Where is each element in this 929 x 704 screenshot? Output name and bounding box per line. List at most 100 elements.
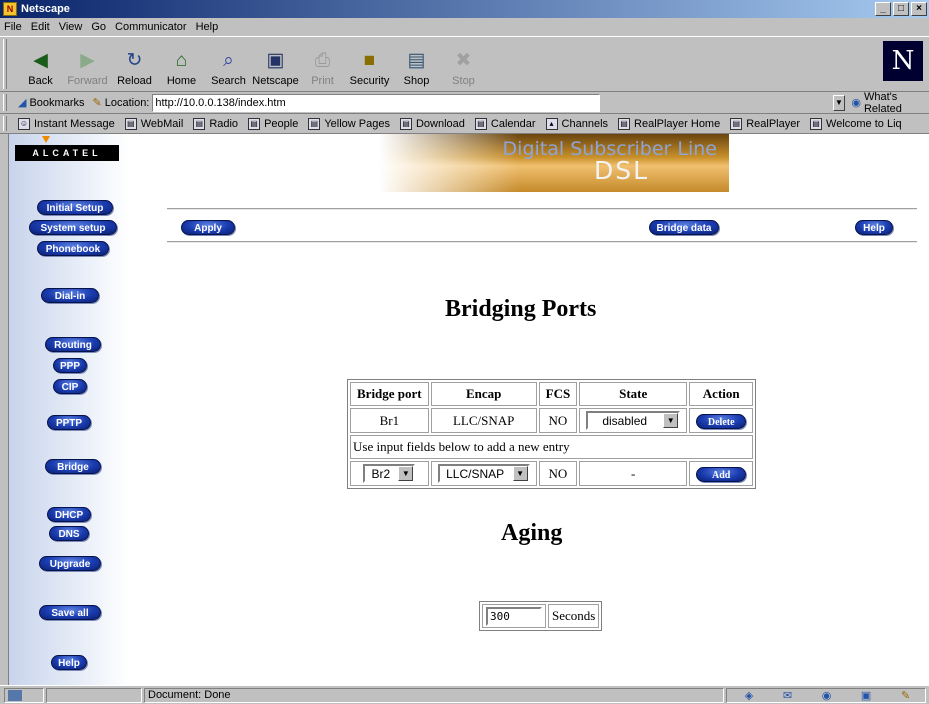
window-titlebar: N Netscape _ □ × [0,0,929,18]
close-button[interactable]: × [911,2,927,16]
sidebar-item-system-setup[interactable]: System setup [29,220,117,235]
menu-go[interactable]: Go [91,21,106,33]
maximize-button[interactable]: □ [893,2,909,16]
aging-unit: Seconds [548,604,600,628]
whats-related-button[interactable]: ◉ What's Related [851,91,929,115]
chevron-down-icon: ▼ [398,466,414,481]
add-entry-note: Use input fields below to add a new entr… [350,435,754,459]
edit-icon[interactable]: ✎ [901,689,910,702]
print-button[interactable]: ⎙ Print [300,50,345,87]
top-divider [167,208,917,210]
new-fcs: NO [538,461,578,486]
mail-icon[interactable]: ✉ [783,689,792,702]
sidebar-item-upgrade[interactable]: Upgrade [39,556,101,571]
person-icon: ☺ [18,117,30,130]
shop-button[interactable]: ▤ Shop [394,50,439,87]
sidebar-item-help[interactable]: Help [51,655,87,670]
component-bar: ◈ ✉ ◉ ▣ ✎ [726,687,926,703]
folder-icon: ▤ [308,117,321,130]
col-fcs: FCS [538,382,578,406]
sidebar-item-dns[interactable]: DNS [49,526,89,541]
menu-help[interactable]: Help [196,21,219,33]
toolbar-grip[interactable] [3,39,7,89]
personal-item-calendar[interactable]: ▤ Calendar [474,117,536,130]
reload-icon: ↻ [126,50,143,71]
folder-icon: ▤ [810,117,823,130]
stop-button[interactable]: ✖ Stop [441,50,486,87]
sidebar-item-pptp[interactable]: PPTP [47,415,91,430]
reload-button[interactable]: ↻ Reload [112,50,157,87]
apply-button[interactable]: Apply [181,220,235,235]
personal-item-download[interactable]: ▤ Download [399,117,465,130]
menu-view[interactable]: View [59,21,83,33]
add-button[interactable]: Add [696,466,747,482]
folder-icon: ▤ [399,117,412,130]
col-bridge-port: Bridge port [350,382,429,406]
location-toolbar: ◢ Bookmarks ✎ Location: http://10.0.0.13… [0,91,929,115]
sidebar-item-dhcp[interactable]: DHCP [47,507,91,522]
alcatel-logo: ALCATEL [15,136,119,161]
personal-item-welcome[interactable]: ▤ Welcome to Liq [810,117,902,130]
security-icon [8,689,22,701]
personal-item-realplayer-home[interactable]: ▤ RealPlayer Home [618,117,720,130]
personal-grip[interactable] [3,116,7,131]
col-encap: Encap [430,382,537,406]
location-dropdown-button[interactable]: ▼ [832,94,846,111]
netscape-app-icon: N [3,2,17,16]
location-input[interactable]: http://10.0.0.138/index.htm [152,93,600,112]
new-encap-select[interactable]: LLC/SNAP ▼ [437,464,530,483]
menu-communicator[interactable]: Communicator [115,21,187,33]
bookmarks-button[interactable]: ◢ Bookmarks [18,96,85,110]
location-grip[interactable] [3,94,7,111]
personal-item-yellow-pages[interactable]: ▤ Yellow Pages [308,117,390,130]
personal-item-radio[interactable]: ▤ Radio [193,117,238,130]
sidebar-item-save-all[interactable]: Save all [39,605,101,620]
status-security-panel[interactable] [4,687,44,703]
security-button[interactable]: ■ Security [347,50,392,87]
banner-subtitle: DSL [594,156,650,185]
help-button[interactable]: Help [855,220,893,235]
aging-input[interactable]: 300 [486,606,542,626]
logo-triangle-icon [42,136,50,143]
cell-port: Br1 [350,408,429,433]
personal-item-realplayer[interactable]: ▤ RealPlayer [730,117,800,130]
menu-edit[interactable]: Edit [31,21,50,33]
new-entry-row: Br2 ▼ LLC/SNAP ▼ NO - Add [350,461,754,486]
search-button[interactable]: ⌕ Search [206,50,251,87]
composer-icon[interactable]: ▣ [861,689,871,702]
sidebar-item-dial-in[interactable]: Dial-in [41,288,99,303]
delete-button[interactable]: Delete [696,413,747,429]
bottom-divider [167,241,917,243]
sidebar-item-bridge[interactable]: Bridge [45,459,101,474]
sidebar-item-ppp[interactable]: PPP [53,358,87,373]
netscape-logo-icon[interactable]: N [883,41,923,81]
state-select[interactable]: disabled ▼ [586,411,681,430]
menu-file[interactable]: File [4,21,22,33]
stop-icon: ✖ [455,50,472,71]
forward-icon: ▶ [80,50,95,71]
sidebar-item-cip[interactable]: CIP [53,379,87,394]
personal-item-channels[interactable]: ▴ Channels [545,117,608,130]
netscape-button[interactable]: ▣ Netscape [252,50,298,87]
personal-item-webmail[interactable]: ▤ WebMail [124,117,183,130]
back-button[interactable]: ◀ Back [18,50,63,87]
minimize-button[interactable]: _ [875,2,891,16]
location-icon: ✎ [92,97,102,109]
netscape-icon: ▣ [266,50,285,71]
personal-item-instant-message[interactable]: ☺ Instant Message [18,117,115,130]
personal-item-people[interactable]: ▤ People [248,117,298,130]
new-port-select[interactable]: Br2 ▼ [363,464,416,483]
navigator-icon[interactable]: ◈ [745,689,753,702]
bridge-data-button[interactable]: Bridge data [649,220,719,235]
dsl-banner: Digital Subscriber Line DSL [379,134,729,192]
sidebar-item-initial-setup[interactable]: Initial Setup [37,200,113,215]
aging-table: 300 Seconds [479,601,603,631]
sidebar-item-phonebook[interactable]: Phonebook [37,241,109,256]
sidebar-item-routing[interactable]: Routing [45,337,101,352]
lock-icon: ■ [363,50,376,71]
status-bar: Document: Done ◈ ✉ ◉ ▣ ✎ [0,685,929,704]
forward-button[interactable]: ▶ Forward [65,50,110,87]
home-button[interactable]: ⌂ Home [159,50,204,87]
discussions-icon[interactable]: ◉ [822,689,832,702]
col-state: State [579,382,688,406]
